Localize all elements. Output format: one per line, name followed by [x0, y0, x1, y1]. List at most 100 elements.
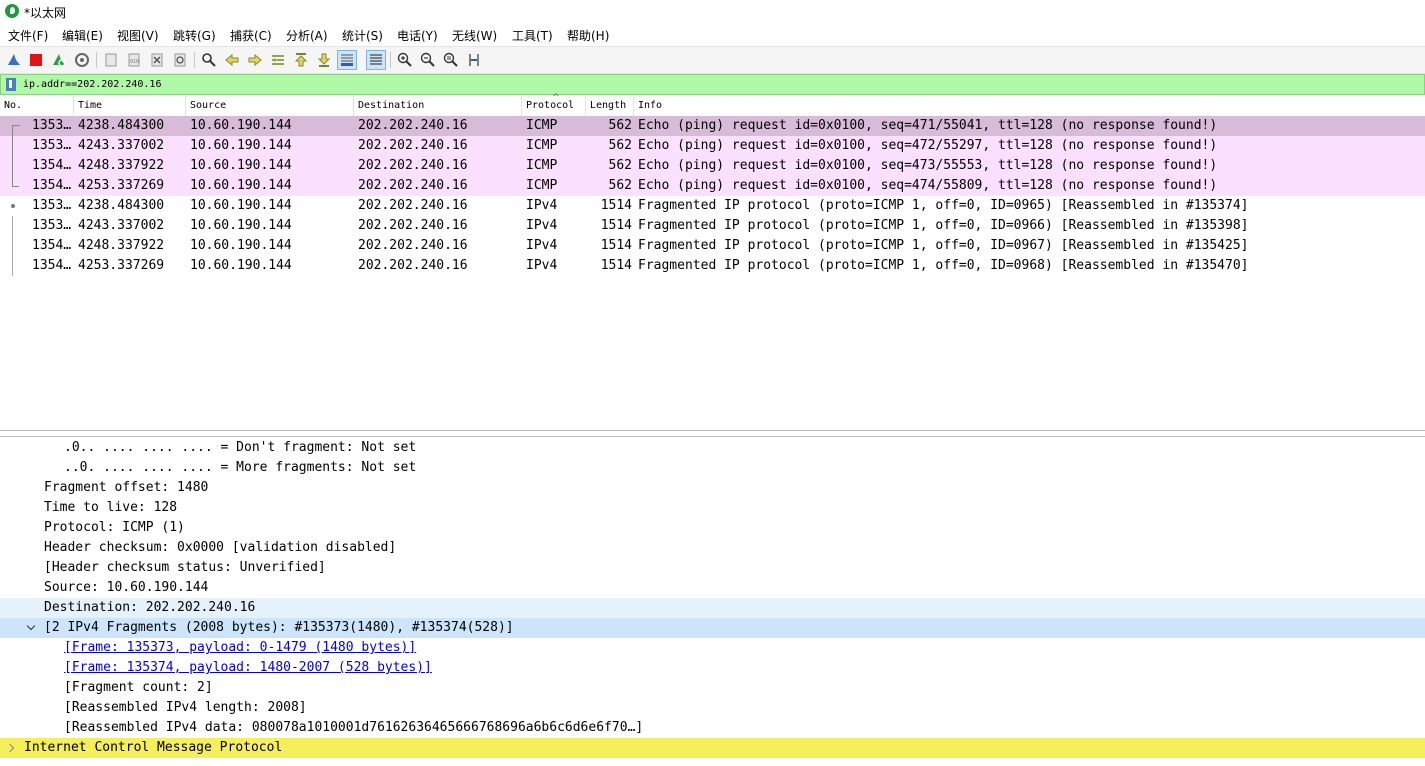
- packet-no: 1354…: [32, 258, 72, 273]
- detail-text: .0.. .... .... .... = Don't fragment: No…: [64, 440, 417, 455]
- detail-row[interactable]: Header checksum: 0x0000 [validation disa…: [0, 538, 1425, 558]
- normal-size-icon[interactable]: [441, 50, 461, 70]
- capture-options-icon[interactable]: [72, 50, 92, 70]
- go-last-packet-icon[interactable]: [314, 50, 334, 70]
- colorize-icon[interactable]: [366, 50, 386, 70]
- chevron-right-icon[interactable]: [6, 738, 18, 758]
- packet-time: 4243.337002: [78, 218, 165, 233]
- restart-capture-icon[interactable]: [49, 50, 69, 70]
- menu-wireless[interactable]: 无线(W): [452, 27, 497, 44]
- resize-columns-icon[interactable]: [464, 50, 484, 70]
- menu-analyze[interactable]: 分析(A): [286, 27, 328, 44]
- packet-source: 10.60.190.144: [190, 118, 292, 133]
- packet-destination: 202.202.240.16: [358, 158, 468, 173]
- packet-no: 1353…: [32, 138, 72, 153]
- detail-row[interactable]: [Fragment count: 2]: [0, 678, 1425, 698]
- packet-info: Echo (ping) request id=0x0100, seq=474/5…: [638, 178, 1218, 193]
- stop-capture-icon[interactable]: [26, 50, 46, 70]
- packet-length: 562: [608, 118, 632, 133]
- packet-protocol: IPv4: [526, 238, 558, 253]
- open-file-icon[interactable]: [101, 50, 121, 70]
- packet-row[interactable]: 1354… 4248.337922 10.60.190.144 202.202.…: [0, 156, 1425, 176]
- packet-info: Echo (ping) request id=0x0100, seq=473/5…: [638, 158, 1218, 173]
- menu-bar: 文件(F) 编辑(E) 视图(V) 跳转(G) 捕获(C) 分析(A) 统计(S…: [0, 24, 1425, 45]
- detail-text: [Fragment count: 2]: [64, 680, 213, 695]
- display-filter-input[interactable]: [21, 76, 1420, 93]
- column-header-no[interactable]: No.: [0, 96, 74, 116]
- detail-row-fragments[interactable]: [2 IPv4 Fragments (2008 bytes): #135373(…: [0, 618, 1425, 638]
- menu-file[interactable]: 文件(F): [8, 27, 48, 44]
- packet-no: 1354…: [32, 178, 72, 193]
- go-forward-icon[interactable]: [245, 50, 265, 70]
- packet-row[interactable]: 1353… 4243.337002 10.60.190.144 202.202.…: [0, 216, 1425, 236]
- detail-row[interactable]: ..0. .... .... .... = More fragments: No…: [0, 458, 1425, 478]
- packet-protocol: IPv4: [526, 258, 558, 273]
- packet-row[interactable]: 1353… 4238.484300 10.60.190.144 202.202.…: [0, 196, 1425, 216]
- detail-row[interactable]: Fragment offset: 1480: [0, 478, 1425, 498]
- packet-time: 4238.484300: [78, 198, 165, 213]
- go-first-packet-icon[interactable]: [291, 50, 311, 70]
- detail-row-icmp[interactable]: Internet Control Message Protocol: [0, 738, 1425, 758]
- menu-edit[interactable]: 编辑(E): [62, 27, 103, 44]
- detail-row[interactable]: Protocol: ICMP (1): [0, 518, 1425, 538]
- packet-row[interactable]: 1354… 4253.337269 10.60.190.144 202.202.…: [0, 176, 1425, 196]
- packet-row[interactable]: 1353… 4243.337002 10.60.190.144 202.202.…: [0, 136, 1425, 156]
- column-header-source[interactable]: Source: [186, 96, 354, 116]
- packet-row[interactable]: 1354… 4253.337269 10.60.190.144 202.202.…: [0, 256, 1425, 276]
- packet-protocol: ICMP: [526, 178, 558, 193]
- autoscroll-icon[interactable]: [337, 50, 357, 70]
- packet-row[interactable]: 1353… 4238.484300 10.60.190.144 202.202.…: [0, 116, 1425, 136]
- detail-row[interactable]: .0.. .... .... .... = Don't fragment: No…: [0, 438, 1425, 458]
- detail-text: Protocol: ICMP (1): [44, 520, 185, 535]
- packet-length: 1514: [600, 238, 632, 253]
- reload-file-icon[interactable]: [170, 50, 190, 70]
- related-packet-line-icon: [8, 256, 20, 276]
- column-header-info[interactable]: Info: [634, 96, 1425, 116]
- menu-statistics[interactable]: 统计(S): [342, 27, 383, 44]
- column-header-length[interactable]: Length: [586, 96, 634, 116]
- detail-row[interactable]: Source: 10.60.190.144: [0, 578, 1425, 598]
- detail-row[interactable]: [Reassembled IPv4 length: 2008]: [0, 698, 1425, 718]
- packet-source: 10.60.190.144: [190, 138, 292, 153]
- packet-length: 1514: [600, 258, 632, 273]
- packet-details-pane: .0.. .... .... .... = Don't fragment: No…: [0, 436, 1425, 766]
- detail-row[interactable]: Destination: 202.202.240.16: [0, 598, 1425, 618]
- menu-go[interactable]: 跳转(G): [173, 27, 216, 44]
- bookmark-icon[interactable]: [6, 78, 16, 91]
- close-file-icon[interactable]: [147, 50, 167, 70]
- save-file-icon[interactable]: 010: [124, 50, 144, 70]
- detail-text: Time to live: 128: [44, 500, 178, 515]
- packet-destination: 202.202.240.16: [358, 238, 468, 253]
- packet-time: 4243.337002: [78, 138, 165, 153]
- shark-fin-start-icon[interactable]: [4, 50, 24, 70]
- menu-view[interactable]: 视图(V): [117, 27, 159, 44]
- packet-info: Fragmented IP protocol (proto=ICMP 1, of…: [638, 258, 1249, 273]
- detail-row[interactable]: [Header checksum status: Unverified]: [0, 558, 1425, 578]
- detail-row[interactable]: Time to live: 128: [0, 498, 1425, 518]
- go-to-packet-icon[interactable]: [268, 50, 288, 70]
- menu-capture[interactable]: 捕获(C): [230, 27, 272, 44]
- menu-telephony[interactable]: 电话(Y): [397, 27, 438, 44]
- packet-time: 4238.484300: [78, 118, 165, 133]
- zoom-in-icon[interactable]: [395, 50, 415, 70]
- detail-row[interactable]: [Frame: 135373, payload: 0-1479 (1480 by…: [0, 638, 1425, 658]
- main-toolbar: 010: [0, 46, 1425, 74]
- packet-source: 10.60.190.144: [190, 238, 292, 253]
- column-header-time[interactable]: Time: [74, 96, 186, 116]
- menu-help[interactable]: 帮助(H): [567, 27, 609, 44]
- chevron-down-icon[interactable]: [26, 618, 38, 638]
- packet-no: 1353…: [32, 198, 72, 213]
- frame-link[interactable]: [Frame: 135373, payload: 0-1479 (1480 by…: [64, 638, 416, 658]
- zoom-out-icon[interactable]: [418, 50, 438, 70]
- detail-row[interactable]: [Frame: 135374, payload: 1480-2007 (528 …: [0, 658, 1425, 678]
- packet-row[interactable]: 1354… 4248.337922 10.60.190.144 202.202.…: [0, 236, 1425, 256]
- detail-text: Fragment offset: 1480: [44, 480, 209, 495]
- display-filter-bar: [0, 74, 1425, 95]
- go-back-icon[interactable]: [222, 50, 242, 70]
- frame-link[interactable]: [Frame: 135374, payload: 1480-2007 (528 …: [64, 658, 432, 678]
- detail-row[interactable]: [Reassembled IPv4 data: 080078a1010001d7…: [0, 718, 1425, 738]
- find-packet-icon[interactable]: [199, 50, 219, 70]
- column-header-destination[interactable]: Destination: [354, 96, 522, 116]
- menu-tools[interactable]: 工具(T): [512, 27, 553, 44]
- packet-destination: 202.202.240.16: [358, 178, 468, 193]
